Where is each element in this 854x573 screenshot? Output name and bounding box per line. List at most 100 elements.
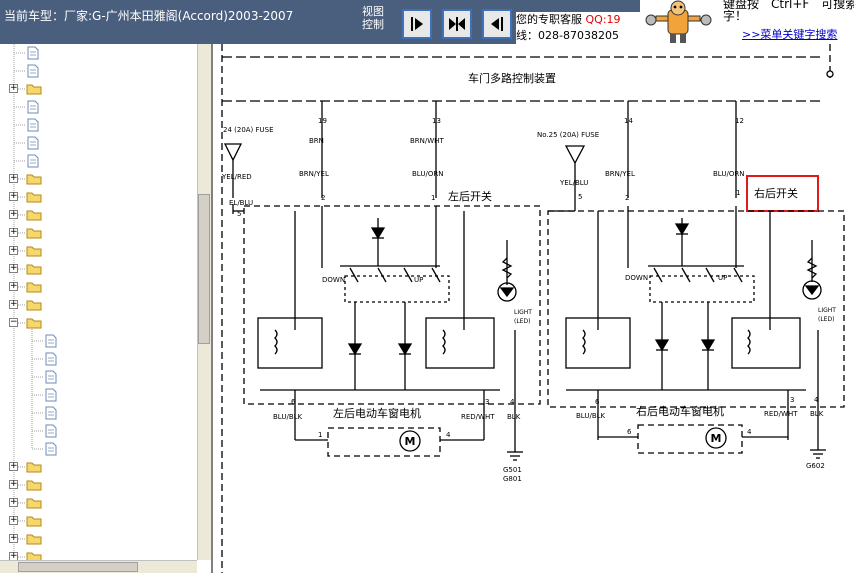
tree-item-21[interactable] bbox=[0, 422, 197, 440]
pin-3-left: 3 bbox=[485, 398, 489, 406]
tree-item-10[interactable]: + bbox=[0, 224, 197, 242]
label-down-left: DOWN bbox=[322, 276, 345, 284]
folder-icon bbox=[26, 84, 42, 95]
expand-icon[interactable]: + bbox=[9, 480, 18, 489]
tree-item-4[interactable] bbox=[0, 116, 197, 134]
wiring-diagram: 车门多路控制装置 24 (20A) FUSE YEL/RED EL/BLU 5 … bbox=[221, 44, 845, 573]
tree-item-0[interactable] bbox=[0, 44, 197, 62]
tree-item-9[interactable]: + bbox=[0, 206, 197, 224]
document-icon bbox=[45, 406, 57, 420]
left-motor-label: 左后电动车窗电机 bbox=[333, 406, 421, 420]
arrows-split-icon bbox=[449, 17, 465, 31]
expand-icon[interactable]: + bbox=[9, 516, 18, 525]
pin-4-motor-right: 4 bbox=[747, 428, 752, 436]
pin-13: 13 bbox=[432, 117, 441, 125]
document-icon bbox=[45, 388, 57, 402]
folder-icon bbox=[26, 210, 42, 221]
tree-item-20[interactable] bbox=[0, 404, 197, 422]
expand-icon[interactable]: + bbox=[9, 498, 18, 507]
expand-icon[interactable]: + bbox=[9, 228, 18, 237]
tree-item-17[interactable] bbox=[0, 350, 197, 368]
tree-item-26[interactable]: + bbox=[0, 512, 197, 530]
tree-item-12[interactable]: + bbox=[0, 260, 197, 278]
wire-blk-left: BLK bbox=[507, 413, 521, 421]
mascot-image bbox=[640, 0, 720, 44]
vertical-scroll-thumb[interactable] bbox=[198, 194, 210, 344]
tree-item-25[interactable]: + bbox=[0, 494, 197, 512]
tree-item-14[interactable]: + bbox=[0, 296, 197, 314]
tree-item-6[interactable] bbox=[0, 152, 197, 170]
folder-icon bbox=[26, 534, 42, 545]
tree-item-5[interactable] bbox=[0, 134, 197, 152]
wire-blu-blk-right: BLU/BLK bbox=[576, 412, 606, 420]
folder-icon bbox=[26, 480, 42, 491]
document-icon bbox=[45, 442, 57, 456]
expand-icon[interactable]: + bbox=[9, 84, 18, 93]
tree-item-2[interactable]: + bbox=[0, 80, 197, 98]
pin-4-motor-left: 4 bbox=[446, 431, 451, 439]
arrow-right-icon bbox=[411, 17, 423, 31]
tree-item-19[interactable] bbox=[0, 386, 197, 404]
menu-search-link[interactable]: >>菜单关键字搜索 bbox=[742, 28, 837, 41]
service-qq[interactable]: QQ:19 bbox=[586, 13, 621, 26]
folder-icon bbox=[26, 228, 42, 239]
tree-item-selected[interactable] bbox=[0, 368, 197, 386]
view-control-label: 视图控制 bbox=[362, 5, 384, 31]
tree-item-23[interactable]: + bbox=[0, 458, 197, 476]
expand-icon[interactable]: + bbox=[9, 300, 18, 309]
right-switch-label: 右后开关 bbox=[754, 186, 798, 200]
expand-icon[interactable]: + bbox=[9, 246, 18, 255]
horizontal-scroll-thumb[interactable] bbox=[18, 562, 138, 572]
tree-item-8[interactable]: + bbox=[0, 188, 197, 206]
ground-g801: G801 bbox=[503, 475, 522, 483]
wire-brn-yel-right: BRN/YEL bbox=[605, 170, 635, 178]
motor-m-left: M bbox=[405, 435, 416, 448]
left-fuse-wire: YEL/RED bbox=[221, 173, 252, 181]
tree-item-16[interactable] bbox=[0, 332, 197, 350]
tree-item-24[interactable]: + bbox=[0, 476, 197, 494]
ground-g501: G501 bbox=[503, 466, 522, 474]
document-icon bbox=[27, 118, 39, 132]
folder-icon bbox=[26, 246, 42, 257]
folder-icon bbox=[26, 462, 42, 473]
expand-icon[interactable]: + bbox=[9, 534, 18, 543]
label-light-right: LIGHT bbox=[818, 307, 836, 314]
pin-4-right: 4 bbox=[814, 396, 819, 404]
expand-icon[interactable]: + bbox=[9, 210, 18, 219]
tree-item-15[interactable]: − bbox=[0, 314, 197, 332]
left-fuse-label: 24 (20A) FUSE bbox=[223, 126, 274, 134]
document-icon bbox=[27, 64, 39, 78]
pin-6-right: 6 bbox=[595, 398, 600, 406]
folder-icon bbox=[26, 174, 42, 185]
document-icon bbox=[45, 334, 57, 348]
tree-item-7[interactable]: + bbox=[0, 170, 197, 188]
pin-14: 14 bbox=[624, 117, 633, 125]
tree-item-11[interactable]: + bbox=[0, 242, 197, 260]
view-left-button[interactable] bbox=[482, 9, 512, 39]
tree-item-27[interactable]: + bbox=[0, 530, 197, 548]
expand-icon[interactable]: + bbox=[9, 282, 18, 291]
wire-blu-orn-left: BLU/ORN bbox=[412, 170, 443, 178]
document-icon bbox=[45, 370, 57, 384]
tree-item-22[interactable] bbox=[0, 440, 197, 458]
view-split-button[interactable] bbox=[442, 9, 472, 39]
document-icon bbox=[27, 46, 39, 60]
pin-19: 19 bbox=[318, 117, 327, 125]
tree-item-3[interactable] bbox=[0, 98, 197, 116]
collapse-icon[interactable]: − bbox=[9, 318, 18, 327]
tree-item-13[interactable]: + bbox=[0, 278, 197, 296]
wire-brn-yel: BRN/YEL bbox=[299, 170, 329, 178]
document-icon bbox=[27, 154, 39, 168]
horizontal-scrollbar[interactable] bbox=[0, 560, 197, 573]
pin-12: 12 bbox=[735, 117, 744, 125]
view-right-button[interactable] bbox=[402, 9, 432, 39]
pin-6-motor-right: 6 bbox=[627, 428, 632, 436]
expand-icon[interactable]: + bbox=[9, 264, 18, 273]
expand-icon[interactable]: + bbox=[9, 192, 18, 201]
folder-icon bbox=[26, 498, 42, 509]
folder-icon bbox=[26, 264, 42, 275]
tree-item-1[interactable] bbox=[0, 62, 197, 80]
pin-4-left: 4 bbox=[510, 398, 515, 406]
expand-icon[interactable]: + bbox=[9, 174, 18, 183]
expand-icon[interactable]: + bbox=[9, 462, 18, 471]
